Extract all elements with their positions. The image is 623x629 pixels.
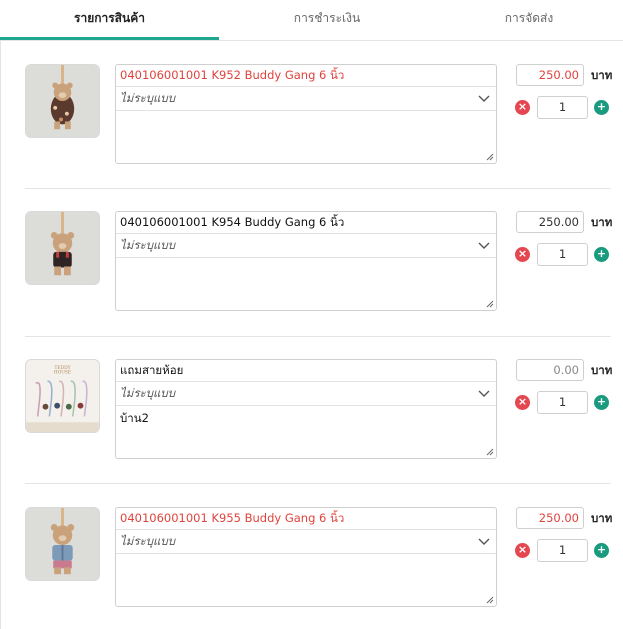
- resize-handle-icon[interactable]: [486, 153, 494, 161]
- close-icon: ×: [517, 543, 528, 556]
- product-detail-box: 040106001001 K952 Buddy Gang 6 นิ้ว ไม่ร…: [115, 64, 497, 164]
- panel-border: [0, 41, 1, 629]
- variant-select[interactable]: ไม่ระบุแบบ: [116, 234, 496, 258]
- note-textarea[interactable]: [116, 554, 496, 606]
- quantity-input[interactable]: 1: [537, 243, 588, 266]
- tab-shipping[interactable]: การจัดส่ง: [435, 0, 623, 41]
- price-input[interactable]: 0.00: [516, 359, 584, 381]
- item-divider: [25, 483, 611, 484]
- note-textarea[interactable]: [116, 111, 496, 163]
- product-name-field[interactable]: แถมสายห้อย: [116, 360, 496, 382]
- currency-label: บาท: [591, 511, 613, 525]
- variant-select-value: ไม่ระบุแบบ: [120, 534, 176, 548]
- product-name-field[interactable]: 040106001001 K955 Buddy Gang 6 นิ้ว: [116, 508, 496, 530]
- resize-handle-icon[interactable]: [486, 300, 494, 308]
- brand-logo-text-2: HOUSE: [54, 371, 71, 376]
- variant-select[interactable]: ไม่ระบุแบบ: [116, 382, 496, 406]
- increase-quantity-button[interactable]: +: [594, 100, 609, 115]
- teddy-bear-image: [26, 508, 99, 580]
- decrease-quantity-button[interactable]: ×: [515, 100, 530, 115]
- teddy-bear-image: [26, 65, 99, 137]
- tab-payment[interactable]: การชำระเงิน: [219, 0, 435, 41]
- plus-icon: +: [596, 100, 607, 113]
- teddy-bear-image: [26, 212, 99, 284]
- quantity-input[interactable]: 1: [537, 96, 588, 119]
- product-image: [25, 64, 100, 138]
- decrease-quantity-button[interactable]: ×: [515, 543, 530, 558]
- variant-select-value: ไม่ระบุแบบ: [120, 91, 176, 105]
- currency-label: บาท: [591, 215, 613, 229]
- plus-icon: +: [596, 247, 607, 260]
- active-tab-indicator: [0, 37, 219, 40]
- note-textarea[interactable]: [116, 258, 496, 310]
- plus-icon: +: [596, 395, 607, 408]
- lanyard-strap-image: TEDDY HOUSE: [26, 360, 99, 432]
- resize-handle-icon[interactable]: [486, 596, 494, 604]
- plus-icon: +: [596, 543, 607, 556]
- variant-select-value: ไม่ระบุแบบ: [120, 386, 176, 400]
- close-icon: ×: [517, 395, 528, 408]
- product-name-field[interactable]: 040106001001 K954 Buddy Gang 6 นิ้ว: [116, 212, 496, 234]
- decrease-quantity-button[interactable]: ×: [515, 247, 530, 262]
- currency-label: บาท: [591, 68, 613, 82]
- close-icon: ×: [517, 247, 528, 260]
- increase-quantity-button[interactable]: +: [594, 247, 609, 262]
- currency-label: บาท: [591, 363, 613, 377]
- item-divider: [25, 188, 611, 189]
- product-detail-box: แถมสายห้อย ไม่ระบุแบบ บ้าน2: [115, 359, 497, 459]
- product-image: [25, 507, 100, 581]
- tab-bar: รายการสินค้า การชำระเงิน การจัดส่ง: [0, 0, 623, 41]
- variant-select[interactable]: ไม่ระบุแบบ: [116, 530, 496, 554]
- product-image: [25, 211, 100, 285]
- price-input[interactable]: 250.00: [516, 64, 584, 86]
- chevron-down-icon: [478, 95, 490, 102]
- chevron-down-icon: [478, 390, 490, 397]
- item-divider: [25, 336, 611, 337]
- variant-select-value: ไม่ระบุแบบ: [120, 238, 176, 252]
- quantity-input[interactable]: 1: [537, 539, 588, 562]
- chevron-down-icon: [478, 242, 490, 249]
- chevron-down-icon: [478, 538, 490, 545]
- variant-select[interactable]: ไม่ระบุแบบ: [116, 87, 496, 111]
- product-name-field[interactable]: 040106001001 K952 Buddy Gang 6 นิ้ว: [116, 65, 496, 87]
- product-detail-box: 040106001001 K954 Buddy Gang 6 นิ้ว ไม่ร…: [115, 211, 497, 311]
- note-textarea[interactable]: บ้าน2: [116, 406, 496, 458]
- product-image: TEDDY HOUSE: [25, 359, 100, 433]
- resize-handle-icon[interactable]: [486, 448, 494, 456]
- close-icon: ×: [517, 100, 528, 113]
- product-detail-box: 040106001001 K955 Buddy Gang 6 นิ้ว ไม่ร…: [115, 507, 497, 607]
- price-input[interactable]: 250.00: [516, 211, 584, 233]
- tab-product-list[interactable]: รายการสินค้า: [0, 0, 219, 41]
- decrease-quantity-button[interactable]: ×: [515, 395, 530, 410]
- price-input[interactable]: 250.00: [516, 507, 584, 529]
- increase-quantity-button[interactable]: +: [594, 543, 609, 558]
- increase-quantity-button[interactable]: +: [594, 395, 609, 410]
- quantity-input[interactable]: 1: [537, 391, 588, 414]
